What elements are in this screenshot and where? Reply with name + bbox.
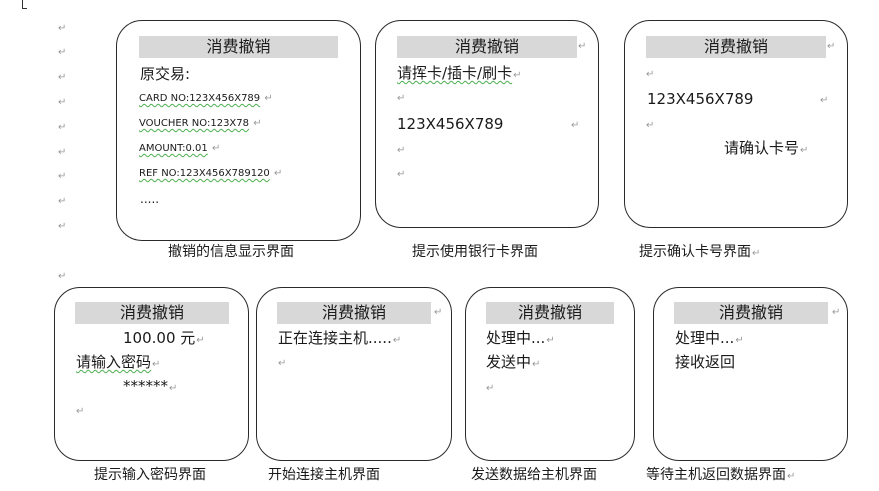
caption-use-card: 提示使用银行卡界面 — [412, 244, 538, 260]
screen-title: 消费撤销 — [646, 36, 826, 58]
screen-title: 消费撤销 — [397, 36, 577, 58]
screen-title: 消费撤销 — [277, 302, 431, 324]
enter-pin-prompt: 请输入密码↵ — [76, 353, 161, 371]
para-mark-icon: ↵ — [58, 196, 67, 207]
para-mark-icon: ↵ — [486, 383, 495, 394]
para-mark-icon: ↵ — [58, 97, 67, 108]
para-mark-icon: ↵ — [434, 307, 443, 318]
para-mark-icon: ↵ — [571, 120, 580, 131]
para-mark-icon: ↵ — [827, 41, 836, 52]
processing-status: 处理中...↵ — [486, 329, 555, 347]
amount-line: AMOUNT:0.01 ↵ — [139, 143, 221, 154]
screen-title: 消费撤销 — [486, 302, 614, 324]
amount-display: 100.00 元↵ — [123, 329, 205, 347]
para-mark-icon: ↵ — [646, 69, 655, 80]
screen-title: 消费撤销 — [75, 302, 229, 324]
para-mark-icon: ↵ — [58, 23, 67, 34]
card-number-display: 123X456X789 — [647, 90, 754, 108]
para-mark-icon: ↵ — [58, 122, 67, 133]
card-prompt-line: 请挥卡/插卡/刷卡↵ — [397, 64, 522, 82]
screen-title: 消费撤销 — [674, 302, 828, 324]
pin-mask: ******↵ — [123, 377, 178, 395]
sending-status: 发送中↵ — [486, 353, 541, 371]
processing-status: 处理中...↵ — [675, 329, 744, 347]
para-mark-icon: ↵ — [820, 95, 829, 106]
voucher-number-line: VOUCHER NO:123X78 ↵ — [139, 118, 262, 129]
para-mark-icon: ↵ — [58, 147, 67, 158]
para-mark-icon: ↵ — [58, 171, 67, 182]
para-mark-icon: ↵ — [397, 93, 406, 104]
para-mark-icon: ↵ — [76, 406, 85, 417]
ref-number-line: REF NO:123X456X789120 ↵ — [139, 168, 283, 179]
caption-connecting-host: 开始连接主机界面 — [268, 467, 380, 483]
para-mark-icon: ↵ — [578, 41, 587, 52]
caption-waiting-response: 等待主机返回数据界面↵ — [646, 467, 796, 483]
para-mark-icon: ↵ — [397, 145, 406, 156]
confirm-card-prompt: 请确认卡号↵ — [724, 139, 809, 157]
para-mark-icon: ↵ — [832, 307, 841, 318]
card-number-line: CARD NO:123X456X789 ↵ — [139, 93, 273, 104]
original-transaction-label: 原交易: — [140, 65, 191, 83]
caption-enter-pin: 提示输入密码界面 — [94, 467, 206, 483]
para-mark-icon: ↵ — [397, 169, 406, 180]
para-mark-icon: ↵ — [58, 47, 67, 58]
connecting-status: 正在连接主机.....↵ — [278, 329, 402, 347]
ellipsis-line: ..... — [140, 192, 160, 206]
para-mark-icon: ↵ — [58, 221, 67, 232]
caption-confirm-card: 提示确认卡号界面↵ — [639, 244, 761, 260]
screen-title: 消费撤销 — [139, 36, 338, 58]
receiving-status: 接收返回 — [675, 353, 736, 371]
text-cursor-foot — [22, 8, 27, 9]
para-mark-icon: ↵ — [646, 120, 655, 131]
para-mark-icon: ↵ — [58, 271, 67, 282]
para-mark-icon: ↵ — [58, 72, 67, 83]
caption-sending-data: 发送数据给主机界面 — [471, 467, 597, 483]
card-number-display: 123X456X789 — [397, 115, 504, 133]
para-mark-icon: ↵ — [278, 358, 287, 369]
caption-cancel-info: 撤销的信息显示界面 — [168, 244, 294, 260]
